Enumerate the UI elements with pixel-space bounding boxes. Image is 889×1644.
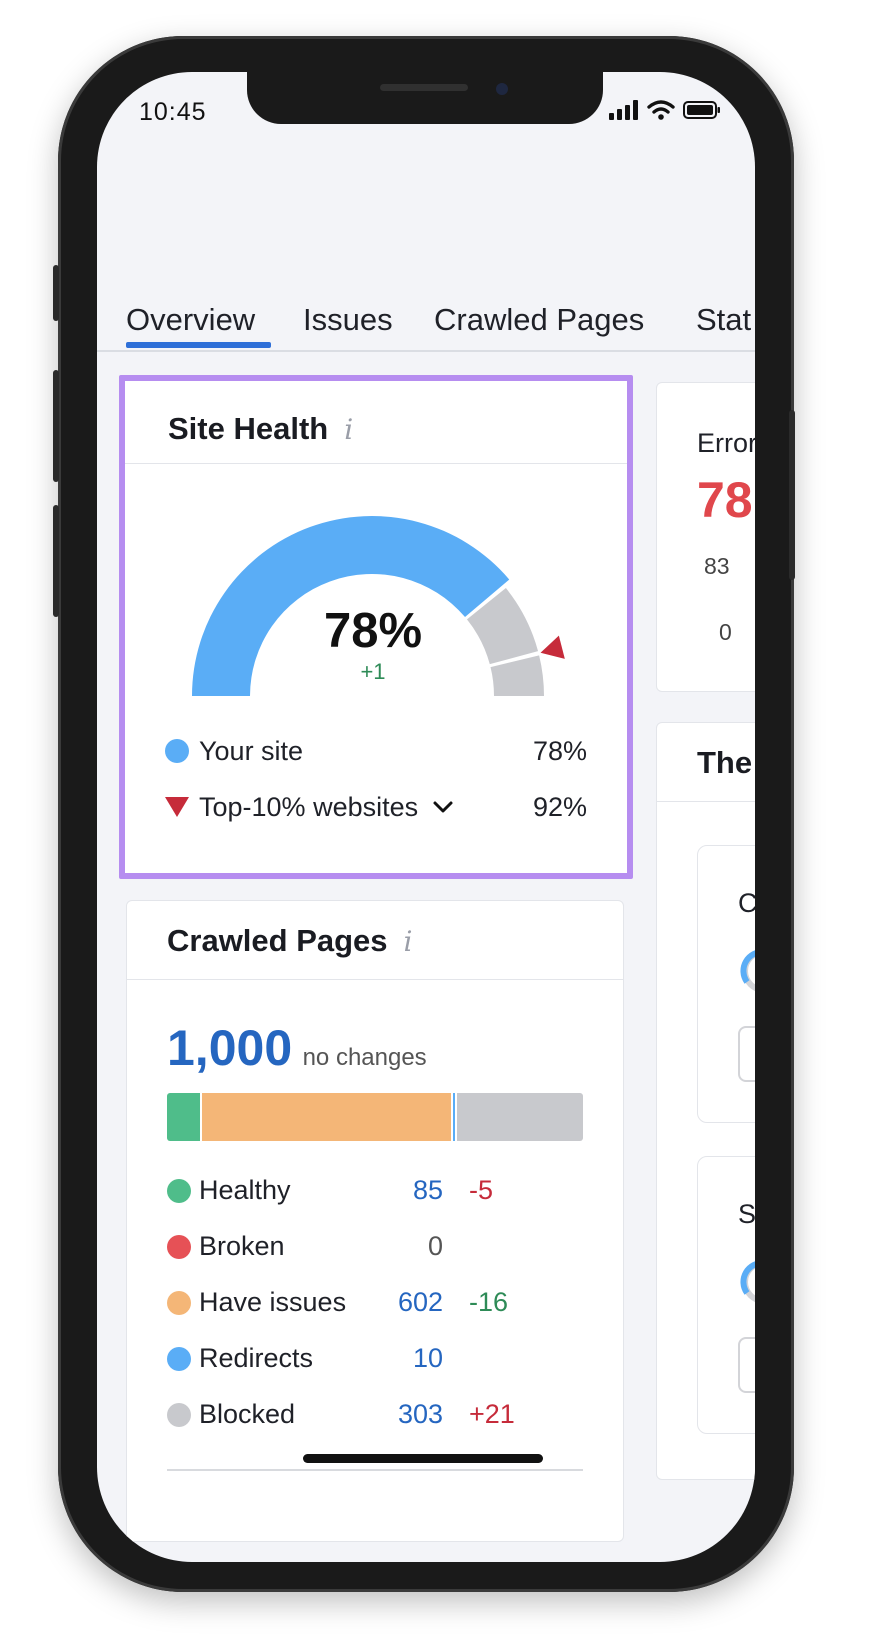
healthy-dot <box>167 1179 191 1203</box>
progress-ring-icon <box>740 1261 755 1303</box>
side-button-power <box>789 410 795 580</box>
tab-statistics[interactable]: Stat <box>696 302 751 338</box>
row-label: Redirects <box>199 1343 314 1373</box>
thematic-subcard[interactable]: C <box>697 845 755 1123</box>
row-label: Have issues <box>199 1287 347 1317</box>
redirects-dot <box>167 1347 191 1371</box>
legend-label: Your site <box>199 735 304 766</box>
crawled-pages-card: Crawled Pages i 1,000 no changes Healthy … <box>126 900 624 1542</box>
row-blocked[interactable]: Blocked 303 +21 <box>167 1395 567 1435</box>
row-have-issues[interactable]: Have issues 602 -16 <box>167 1283 567 1323</box>
legend-value: 78% <box>532 735 587 766</box>
row-label: Broken <box>199 1231 285 1261</box>
row-value[interactable]: 10 <box>413 1343 443 1374</box>
row-delta: +21 <box>469 1399 515 1429</box>
your-site-dot <box>165 739 189 763</box>
active-tab-indicator <box>126 342 271 348</box>
status-time: 10:45 <box>139 98 207 126</box>
thematic-title: The <box>697 745 753 780</box>
screen: 10:45 Overview Issues Crawled Pages Stat… <box>97 72 755 1562</box>
legend-top-10[interactable]: Top-10% websites 92% <box>165 787 587 827</box>
errors-card[interactable]: Error 78 83 0 <box>656 382 755 692</box>
side-button-volume-down <box>53 505 59 617</box>
front-camera <box>496 83 508 95</box>
errors-value: 78 <box>697 472 753 528</box>
site-health-title: Site Health i <box>168 411 353 447</box>
row-value[interactable]: 85 <box>413 1175 443 1206</box>
legend-your-site: Your site 78% <box>165 731 587 771</box>
progress-ring-icon <box>740 950 755 992</box>
legend-value: 92% <box>532 791 587 822</box>
battery-icon <box>683 101 720 119</box>
subcard-label: C <box>738 888 755 918</box>
signal-icon <box>609 100 638 120</box>
card-divider <box>657 801 755 802</box>
thematic-subcard[interactable]: S <box>697 1156 755 1434</box>
info-icon[interactable]: i <box>344 413 353 446</box>
row-broken[interactable]: Broken 0 <box>167 1227 567 1267</box>
row-value: 0 <box>427 1231 443 1261</box>
row-healthy[interactable]: Healthy 85 -5 <box>167 1171 567 1211</box>
subcard-button[interactable] <box>738 1337 755 1393</box>
errors-row-value: 0 <box>719 619 732 645</box>
site-health-card: Site Health i 78% +1 Your site 78% Top-10… <box>119 375 633 879</box>
notch <box>247 72 603 124</box>
subcard-label: S <box>738 1199 755 1229</box>
side-button-mute <box>53 265 59 321</box>
row-redirects[interactable]: Redirects 10 <box>167 1339 567 1379</box>
row-label: Blocked <box>199 1399 296 1429</box>
row-value[interactable]: 303 <box>398 1399 443 1430</box>
bar-segment-healthy[interactable] <box>167 1093 203 1141</box>
triangle-down-icon <box>165 797 189 817</box>
crawled-pages-bar <box>167 1093 583 1141</box>
errors-row-value: 83 <box>704 553 730 579</box>
tab-overview[interactable]: Overview <box>126 302 255 338</box>
crawled-total[interactable]: 1,000 <box>167 1020 292 1076</box>
wifi-icon <box>647 100 675 120</box>
row-value[interactable]: 602 <box>398 1287 443 1318</box>
errors-label: Error <box>697 428 755 458</box>
speaker <box>380 84 468 91</box>
crawled-total-note: no changes <box>302 1044 427 1071</box>
home-indicator <box>303 1454 543 1463</box>
site-health-score: 78% <box>323 604 423 658</box>
row-label: Healthy <box>199 1175 291 1205</box>
broken-dot <box>167 1235 191 1259</box>
tab-crawled-pages[interactable]: Crawled Pages <box>434 302 644 338</box>
bar-segment-blocked[interactable] <box>456 1093 583 1141</box>
chevron-down-icon[interactable] <box>432 800 454 814</box>
bar-segment-have_issues[interactable] <box>202 1093 453 1141</box>
legend-label: Top-10% websites <box>199 791 419 822</box>
site-health-title-text: Site Health <box>168 411 329 446</box>
crawled-pages-title: Crawled Pages i <box>167 923 413 959</box>
site-health-change: +1 <box>360 659 386 684</box>
blocked-dot <box>167 1403 191 1427</box>
row-delta: -16 <box>469 1287 509 1317</box>
tab-issues[interactable]: Issues <box>303 302 393 338</box>
have-issues-dot <box>167 1291 191 1315</box>
thematic-reports-card: The C S <box>656 722 755 1480</box>
side-button-volume-up <box>53 370 59 482</box>
row-delta: -5 <box>469 1175 494 1205</box>
crawled-pages-title-text: Crawled Pages <box>167 923 388 958</box>
subcard-button[interactable] <box>738 1026 755 1082</box>
status-icons <box>609 100 721 120</box>
card-divider <box>167 1469 583 1471</box>
crawled-total-line: 1,000 no changes <box>167 1019 427 1077</box>
info-icon[interactable]: i <box>404 925 413 958</box>
card-divider <box>127 979 623 980</box>
card-divider <box>125 463 627 464</box>
